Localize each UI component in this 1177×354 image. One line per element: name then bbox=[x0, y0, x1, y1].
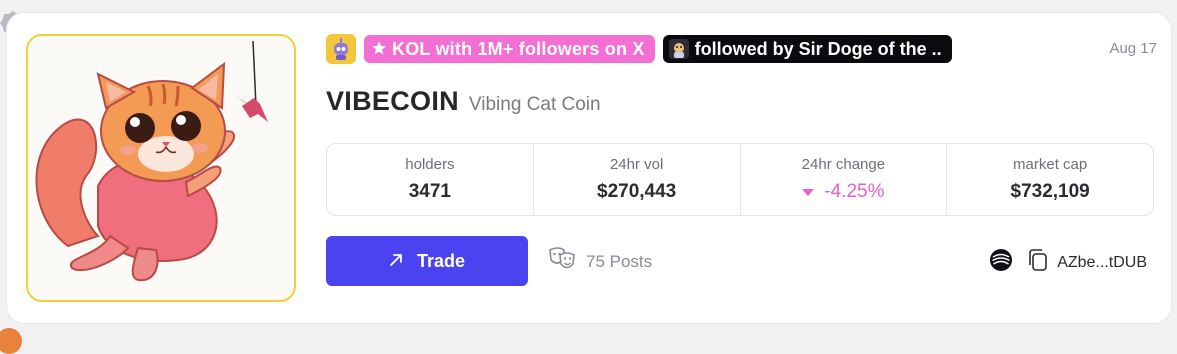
stat-24hr-change: 24hr change -4.25% bbox=[741, 144, 948, 215]
stat-label: holders bbox=[405, 156, 455, 173]
coin-image[interactable] bbox=[26, 34, 296, 302]
stat-market-cap: market cap $732,109 bbox=[947, 144, 1153, 215]
created-date: Aug 17 bbox=[1109, 40, 1157, 57]
kol-badge[interactable]: KOL with 1M+ followers on X bbox=[364, 35, 655, 63]
coin-title-row: VIBECOIN Vibing Cat Coin bbox=[326, 86, 601, 117]
stat-label: 24hr change bbox=[801, 156, 886, 173]
coin-ticker[interactable]: VIBECOIN bbox=[326, 86, 459, 117]
badge-row: KOL with 1M+ followers on X followed by … bbox=[326, 34, 952, 64]
stat-label: 24hr vol bbox=[609, 156, 664, 173]
stat-24hr-vol: 24hr vol $270,443 bbox=[534, 144, 741, 215]
followed-by-badge[interactable]: followed by Sir Doge of the .. bbox=[662, 35, 952, 63]
copy-icon[interactable] bbox=[1027, 248, 1049, 277]
stats-panel: holders 3471 24hr vol $270,443 24hr chan… bbox=[326, 143, 1154, 216]
stat-label: market cap bbox=[1013, 156, 1088, 173]
doge-avatar-icon bbox=[668, 39, 689, 59]
kol-badge-label: KOL with 1M+ followers on X bbox=[392, 38, 645, 59]
trade-label: Trade bbox=[416, 250, 466, 271]
stat-value: $270,443 bbox=[597, 181, 677, 202]
followed-by-label: followed by Sir Doge of the .. bbox=[694, 38, 942, 59]
next-card-avatar bbox=[0, 328, 22, 354]
trade-button[interactable]: Trade bbox=[326, 236, 528, 286]
posts-label: 75 Posts bbox=[586, 251, 653, 271]
stat-holders: holders 3471 bbox=[327, 144, 534, 215]
robot-avatar-icon[interactable] bbox=[326, 34, 356, 64]
theater-masks-icon bbox=[548, 246, 576, 277]
address-label: AZbe...tDUB bbox=[1057, 253, 1147, 271]
coin-name: Vibing Cat Coin bbox=[468, 94, 601, 115]
right-actions: AZbe...tDUB bbox=[989, 248, 1147, 277]
contract-address[interactable]: AZbe...tDUB bbox=[1027, 248, 1147, 277]
posts-link[interactable]: 75 Posts bbox=[548, 246, 652, 277]
star-icon bbox=[372, 39, 386, 60]
change-value: -4.25% bbox=[824, 181, 885, 202]
swirl-network-icon[interactable] bbox=[989, 248, 1013, 277]
stat-value-change: -4.25% bbox=[802, 181, 884, 203]
stat-value: 3471 bbox=[408, 181, 452, 202]
stat-value: $732,109 bbox=[1010, 181, 1090, 202]
arrow-up-right-icon bbox=[389, 251, 403, 272]
triangle-down-icon bbox=[802, 188, 815, 196]
